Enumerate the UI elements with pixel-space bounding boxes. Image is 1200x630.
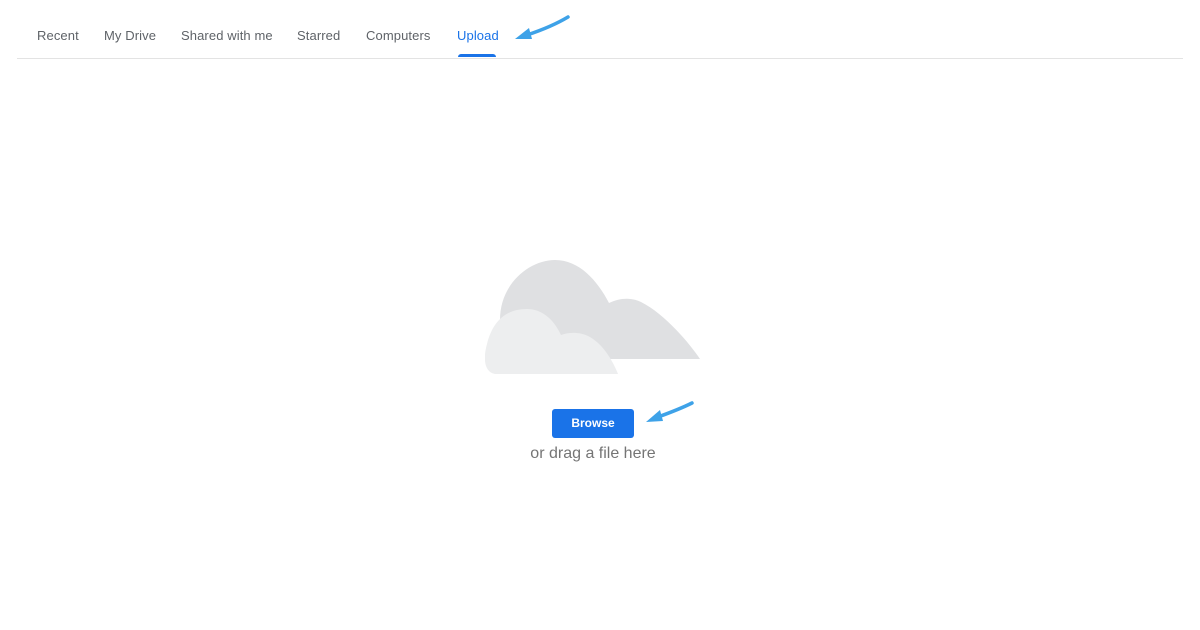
drag-drop-hint: or drag a file here — [530, 445, 656, 462]
arrow-icon — [515, 15, 570, 39]
browse-button[interactable]: Browse — [552, 409, 634, 438]
active-tab-indicator — [458, 54, 496, 57]
tab-computers[interactable]: Computers — [366, 28, 430, 43]
tab-starred[interactable]: Starred — [297, 28, 340, 43]
tab-upload[interactable]: Upload — [457, 28, 499, 43]
arrow-icon — [646, 401, 694, 422]
tab-my-drive[interactable]: My Drive — [104, 28, 156, 43]
tab-recent[interactable]: Recent — [37, 28, 79, 43]
tab-bar: Recent My Drive Shared with me Starred C… — [17, 0, 1183, 59]
cloud-icon — [485, 260, 700, 374]
tab-shared-with-me[interactable]: Shared with me — [181, 28, 273, 43]
upload-dialog: Recent My Drive Shared with me Starred C… — [0, 0, 1200, 630]
